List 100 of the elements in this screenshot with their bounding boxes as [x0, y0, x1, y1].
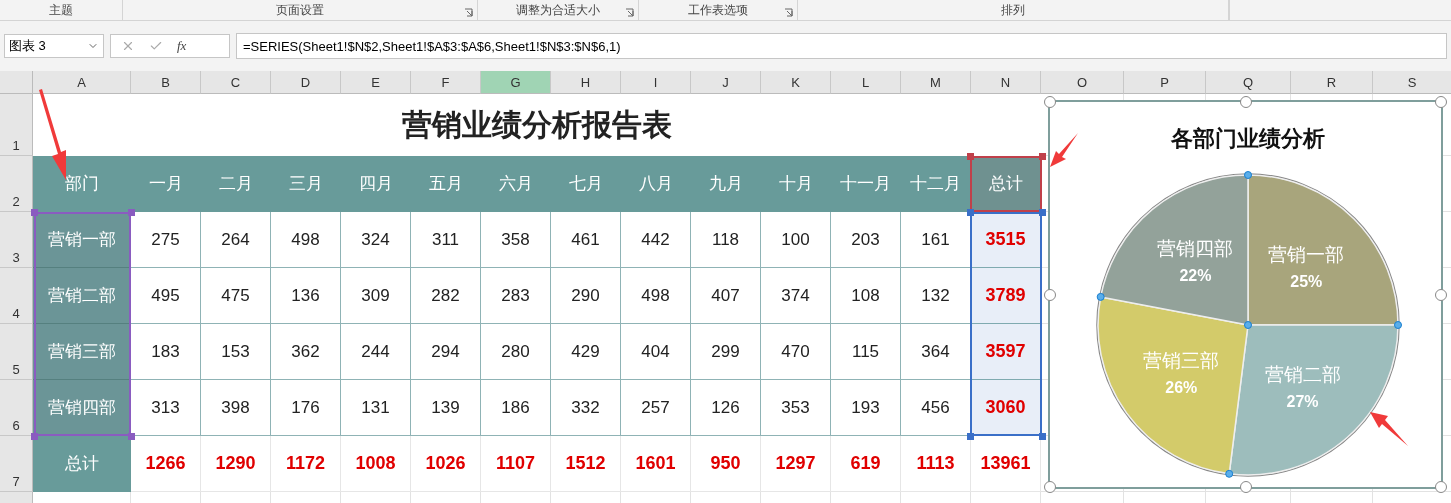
table-cell: 299 [691, 324, 761, 380]
column-header[interactable]: G [481, 71, 551, 94]
table-cell: 183 [131, 324, 201, 380]
row-header[interactable]: 6 [0, 380, 33, 436]
row-header[interactable]: 3 [0, 212, 33, 268]
selection-handle[interactable] [128, 433, 135, 440]
column-header[interactable]: H [551, 71, 621, 94]
slice-label: 营销二部 [1264, 362, 1341, 385]
header-cell: 六月 [481, 156, 551, 212]
selection-handle[interactable] [31, 209, 38, 216]
total-cell: 1512 [551, 436, 621, 492]
column-header[interactable]: E [341, 71, 411, 94]
selection-handle[interactable] [967, 153, 974, 160]
selection-handle[interactable] [31, 433, 38, 440]
table-cell: 280 [481, 324, 551, 380]
cancel-icon[interactable] [121, 39, 135, 53]
table-cell: 118 [691, 212, 761, 268]
table-cell: 358 [481, 212, 551, 268]
total-cell: 1107 [481, 436, 551, 492]
column-header[interactable]: Q [1206, 71, 1291, 94]
column-header[interactable]: L [831, 71, 901, 94]
column-header[interactable]: C [201, 71, 271, 94]
dialog-launcher-icon[interactable] [625, 8, 634, 17]
table-cell: 290 [551, 268, 621, 324]
dialog-launcher-icon[interactable] [784, 8, 793, 17]
header-cell: 九月 [691, 156, 761, 212]
table-cell: 244 [341, 324, 411, 380]
name-box[interactable]: 图表 3 [4, 34, 104, 58]
ribbon-group-label: 调整为合适大小 [516, 1, 600, 19]
table-cell: 176 [271, 380, 341, 436]
table-cell: 374 [761, 268, 831, 324]
resize-handle[interactable] [1239, 481, 1252, 493]
row-header[interactable]: 1 [0, 94, 33, 156]
column-header[interactable]: P [1124, 71, 1206, 94]
point-handle[interactable] [1225, 469, 1234, 478]
department-cell: 营销四部 [33, 380, 131, 436]
resize-handle[interactable] [1435, 288, 1447, 301]
header-cell: 二月 [201, 156, 271, 212]
department-cell: 营销二部 [33, 268, 131, 324]
table-cell: 203 [831, 212, 901, 268]
column-header[interactable]: B [131, 71, 201, 94]
table-cell: 311 [411, 212, 481, 268]
point-handle[interactable] [1096, 292, 1105, 301]
selection-handle[interactable] [1039, 153, 1046, 160]
formula-field[interactable]: =SERIES(Sheet1!$N$2,Sheet1!$A$3:$A$6,Sheet1!$N$3:$N$6,1) [236, 33, 1447, 59]
table-cell: 193 [831, 380, 901, 436]
select-all-button[interactable] [0, 71, 33, 94]
resize-handle[interactable] [1435, 481, 1447, 493]
selection-handle[interactable] [967, 209, 974, 216]
slice-label: 营销四部 [1157, 237, 1234, 260]
selection-handle[interactable] [1039, 433, 1046, 440]
table-cell: 475 [201, 268, 271, 324]
selection-handle[interactable] [967, 433, 974, 440]
resize-handle[interactable] [1435, 96, 1447, 108]
total-cell: 1172 [271, 436, 341, 492]
table-cell: 275 [131, 212, 201, 268]
header-cell: 部门 [33, 156, 131, 212]
insert-function-button[interactable]: fx [177, 38, 187, 54]
percent-label: 26% [1165, 379, 1198, 397]
column-header[interactable]: K [761, 71, 831, 94]
column-header[interactable]: F [411, 71, 481, 94]
check-icon[interactable] [149, 39, 163, 53]
table-cell: 126 [691, 380, 761, 436]
slice-label: 营销一部 [1268, 242, 1345, 265]
table-cell: 429 [551, 324, 621, 380]
resize-handle[interactable] [1044, 481, 1056, 493]
chart-title: 各部门业绩分析 [1171, 126, 1325, 151]
selection-handle[interactable] [1039, 209, 1046, 216]
total-cell: 1290 [201, 436, 271, 492]
sheet-title: 营销业绩分析报告表 [402, 106, 672, 143]
table-cell: 283 [481, 268, 551, 324]
column-header[interactable]: O [1041, 71, 1124, 94]
column-header[interactable]: M [901, 71, 971, 94]
column-header[interactable]: J [691, 71, 761, 94]
header-cell: 十一月 [831, 156, 901, 212]
column-header[interactable]: N [971, 71, 1041, 94]
selection-handle[interactable] [128, 209, 135, 216]
column-header[interactable]: I [621, 71, 691, 94]
column-header[interactable]: A [33, 71, 131, 94]
header-cell: 八月 [621, 156, 691, 212]
resize-handle[interactable] [1044, 96, 1056, 108]
row-header[interactable]: 7 [0, 436, 33, 492]
column-header[interactable]: D [271, 71, 341, 94]
header-cell: 七月 [551, 156, 621, 212]
column-header[interactable]: R [1291, 71, 1373, 94]
row-header[interactable]: 5 [0, 324, 33, 380]
resize-handle[interactable] [1239, 96, 1252, 108]
table-cell: 470 [761, 324, 831, 380]
point-handle[interactable] [1244, 171, 1252, 179]
point-handle[interactable] [1244, 321, 1252, 329]
percent-label: 25% [1290, 272, 1323, 290]
department-cell: 营销一部 [33, 212, 131, 268]
resize-handle[interactable] [1044, 288, 1056, 301]
column-header[interactable]: S [1373, 71, 1451, 94]
row-header[interactable]: 4 [0, 268, 33, 324]
dialog-launcher-icon[interactable] [464, 8, 473, 17]
table-cell: 404 [621, 324, 691, 380]
row-header[interactable]: 2 [0, 156, 33, 212]
header-cell: 一月 [131, 156, 201, 212]
point-handle[interactable] [1394, 321, 1402, 329]
